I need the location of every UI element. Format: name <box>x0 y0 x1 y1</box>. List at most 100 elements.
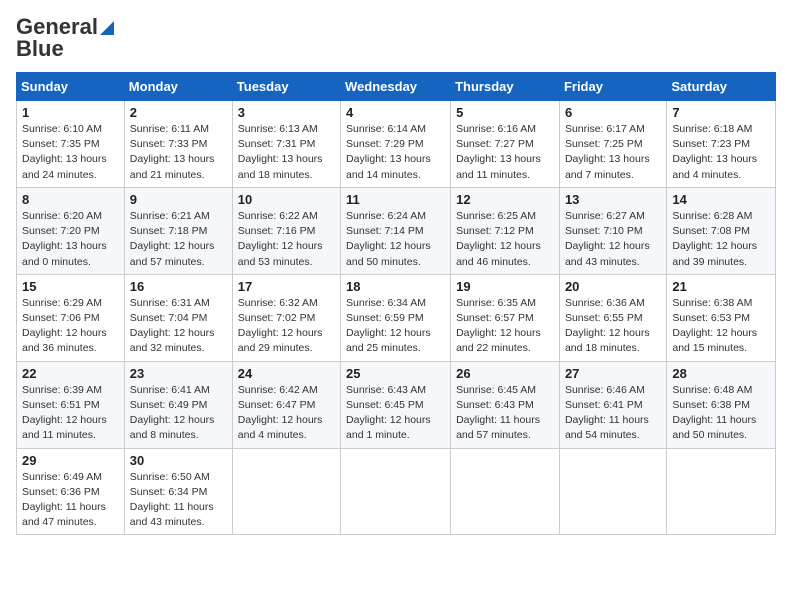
calendar-cell: 26Sunrise: 6:45 AM Sunset: 6:43 PM Dayli… <box>451 361 560 448</box>
page-header: General Blue <box>16 16 776 60</box>
day-info: Sunrise: 6:31 AM Sunset: 7:04 PM Dayligh… <box>130 296 227 357</box>
day-number: 26 <box>456 366 554 381</box>
calendar-cell: 23 Sunrise: 6:41 AM Sunset: 6:49 PM Dayli… <box>124 361 232 448</box>
day-info: Sunrise: 6:43 AM Sunset: 6:45 PM Dayligh… <box>346 383 445 444</box>
calendar-cell: 12Sunrise: 6:25 AM Sunset: 7:12 PM Dayli… <box>451 187 560 274</box>
day-info: Sunrise: 6:22 AM Sunset: 7:16 PM Dayligh… <box>238 209 335 270</box>
day-number: 23 <box>130 366 227 381</box>
calendar-cell: 8 Sunrise: 6:20 AM Sunset: 7:20 PM Daylig… <box>17 187 125 274</box>
calendar-cell: 20Sunrise: 6:36 AM Sunset: 6:55 PM Dayli… <box>559 274 666 361</box>
day-number: 15 <box>22 279 119 294</box>
calendar-cell: 15 Sunrise: 6:29 AM Sunset: 7:06 PM Dayli… <box>17 274 125 361</box>
calendar-body: 1 Sunrise: 6:10 AM Sunset: 7:35 PM Daylig… <box>17 101 776 535</box>
calendar-cell <box>667 448 776 535</box>
day-number: 28 <box>672 366 770 381</box>
day-info: Sunrise: 6:20 AM Sunset: 7:20 PM Dayligh… <box>22 209 119 270</box>
day-info: Sunrise: 6:32 AM Sunset: 7:02 PM Dayligh… <box>238 296 335 357</box>
calendar-week-1: 1 Sunrise: 6:10 AM Sunset: 7:35 PM Daylig… <box>17 101 776 188</box>
day-info: Sunrise: 6:35 AM Sunset: 6:57 PM Dayligh… <box>456 296 554 357</box>
day-info: Sunrise: 6:16 AM Sunset: 7:27 PM Dayligh… <box>456 122 554 183</box>
day-number: 11 <box>346 192 445 207</box>
calendar-cell <box>341 448 451 535</box>
calendar-cell: 29Sunrise: 6:49 AM Sunset: 6:36 PM Dayli… <box>17 448 125 535</box>
calendar-cell: 25 Sunrise: 6:43 AM Sunset: 6:45 PM Dayli… <box>341 361 451 448</box>
day-number: 5 <box>456 105 554 120</box>
day-info: Sunrise: 6:50 AM Sunset: 6:34 PM Dayligh… <box>130 470 227 531</box>
weekday-monday: Monday <box>124 73 232 101</box>
day-number: 6 <box>565 105 661 120</box>
day-info: Sunrise: 6:38 AM Sunset: 6:53 PM Dayligh… <box>672 296 770 357</box>
day-number: 25 <box>346 366 445 381</box>
calendar-cell: 14Sunrise: 6:28 AM Sunset: 7:08 PM Dayli… <box>667 187 776 274</box>
calendar-cell: 27 Sunrise: 6:46 AM Sunset: 6:41 PM Dayli… <box>559 361 666 448</box>
weekday-saturday: Saturday <box>667 73 776 101</box>
weekday-tuesday: Tuesday <box>232 73 340 101</box>
weekday-friday: Friday <box>559 73 666 101</box>
day-info: Sunrise: 6:28 AM Sunset: 7:08 PM Dayligh… <box>672 209 770 270</box>
day-info: Sunrise: 6:29 AM Sunset: 7:06 PM Dayligh… <box>22 296 119 357</box>
calendar-cell: 3 Sunrise: 6:13 AM Sunset: 7:31 PM Daylig… <box>232 101 340 188</box>
calendar-cell: 24 Sunrise: 6:42 AM Sunset: 6:47 PM Dayli… <box>232 361 340 448</box>
day-info: Sunrise: 6:39 AM Sunset: 6:51 PM Dayligh… <box>22 383 119 444</box>
calendar-cell: 28Sunrise: 6:48 AM Sunset: 6:38 PM Dayli… <box>667 361 776 448</box>
calendar-cell: 11Sunrise: 6:24 AM Sunset: 7:14 PM Dayli… <box>341 187 451 274</box>
day-info: Sunrise: 6:42 AM Sunset: 6:47 PM Dayligh… <box>238 383 335 444</box>
day-number: 24 <box>238 366 335 381</box>
day-number: 27 <box>565 366 661 381</box>
day-number: 4 <box>346 105 445 120</box>
logo-general: General <box>16 16 114 38</box>
weekday-header-row: SundayMondayTuesdayWednesdayThursdayFrid… <box>17 73 776 101</box>
calendar-week-5: 29Sunrise: 6:49 AM Sunset: 6:36 PM Dayli… <box>17 448 776 535</box>
day-info: Sunrise: 6:11 AM Sunset: 7:33 PM Dayligh… <box>130 122 227 183</box>
calendar-cell <box>232 448 340 535</box>
logo-blue: Blue <box>16 38 64 60</box>
day-number: 16 <box>130 279 227 294</box>
day-number: 3 <box>238 105 335 120</box>
day-number: 10 <box>238 192 335 207</box>
calendar-cell <box>559 448 666 535</box>
day-number: 29 <box>22 453 119 468</box>
calendar-cell: 9 Sunrise: 6:21 AM Sunset: 7:18 PM Daylig… <box>124 187 232 274</box>
calendar-cell: 1 Sunrise: 6:10 AM Sunset: 7:35 PM Daylig… <box>17 101 125 188</box>
calendar-cell: 16 Sunrise: 6:31 AM Sunset: 7:04 PM Dayli… <box>124 274 232 361</box>
calendar-cell: 5 Sunrise: 6:16 AM Sunset: 7:27 PM Daylig… <box>451 101 560 188</box>
calendar-cell: 2 Sunrise: 6:11 AM Sunset: 7:33 PM Daylig… <box>124 101 232 188</box>
calendar-cell: 13 Sunrise: 6:27 AM Sunset: 7:10 PM Dayli… <box>559 187 666 274</box>
logo: General Blue <box>16 16 114 60</box>
day-info: Sunrise: 6:46 AM Sunset: 6:41 PM Dayligh… <box>565 383 661 444</box>
calendar-cell: 19 Sunrise: 6:35 AM Sunset: 6:57 PM Dayli… <box>451 274 560 361</box>
day-info: Sunrise: 6:41 AM Sunset: 6:49 PM Dayligh… <box>130 383 227 444</box>
weekday-thursday: Thursday <box>451 73 560 101</box>
day-number: 13 <box>565 192 661 207</box>
day-number: 7 <box>672 105 770 120</box>
calendar-cell: 21 Sunrise: 6:38 AM Sunset: 6:53 PM Dayli… <box>667 274 776 361</box>
day-info: Sunrise: 6:21 AM Sunset: 7:18 PM Dayligh… <box>130 209 227 270</box>
day-info: Sunrise: 6:10 AM Sunset: 7:35 PM Dayligh… <box>22 122 119 183</box>
day-info: Sunrise: 6:34 AM Sunset: 6:59 PM Dayligh… <box>346 296 445 357</box>
day-info: Sunrise: 6:13 AM Sunset: 7:31 PM Dayligh… <box>238 122 335 183</box>
day-number: 9 <box>130 192 227 207</box>
day-info: Sunrise: 6:14 AM Sunset: 7:29 PM Dayligh… <box>346 122 445 183</box>
day-number: 18 <box>346 279 445 294</box>
calendar-cell: 30Sunrise: 6:50 AM Sunset: 6:34 PM Dayli… <box>124 448 232 535</box>
day-info: Sunrise: 6:27 AM Sunset: 7:10 PM Dayligh… <box>565 209 661 270</box>
calendar-cell: 6 Sunrise: 6:17 AM Sunset: 7:25 PM Daylig… <box>559 101 666 188</box>
calendar-cell: 10 Sunrise: 6:22 AM Sunset: 7:16 PM Dayli… <box>232 187 340 274</box>
calendar-table: SundayMondayTuesdayWednesdayThursdayFrid… <box>16 72 776 535</box>
day-number: 21 <box>672 279 770 294</box>
weekday-sunday: Sunday <box>17 73 125 101</box>
day-info: Sunrise: 6:25 AM Sunset: 7:12 PM Dayligh… <box>456 209 554 270</box>
day-info: Sunrise: 6:17 AM Sunset: 7:25 PM Dayligh… <box>565 122 661 183</box>
calendar-cell <box>451 448 560 535</box>
calendar-cell: 22Sunrise: 6:39 AM Sunset: 6:51 PM Dayli… <box>17 361 125 448</box>
day-number: 20 <box>565 279 661 294</box>
day-number: 2 <box>130 105 227 120</box>
day-info: Sunrise: 6:18 AM Sunset: 7:23 PM Dayligh… <box>672 122 770 183</box>
calendar-cell: 17 Sunrise: 6:32 AM Sunset: 7:02 PM Dayli… <box>232 274 340 361</box>
day-number: 17 <box>238 279 335 294</box>
day-number: 19 <box>456 279 554 294</box>
day-number: 8 <box>22 192 119 207</box>
day-number: 1 <box>22 105 119 120</box>
calendar-week-2: 8 Sunrise: 6:20 AM Sunset: 7:20 PM Daylig… <box>17 187 776 274</box>
calendar-week-4: 22Sunrise: 6:39 AM Sunset: 6:51 PM Dayli… <box>17 361 776 448</box>
